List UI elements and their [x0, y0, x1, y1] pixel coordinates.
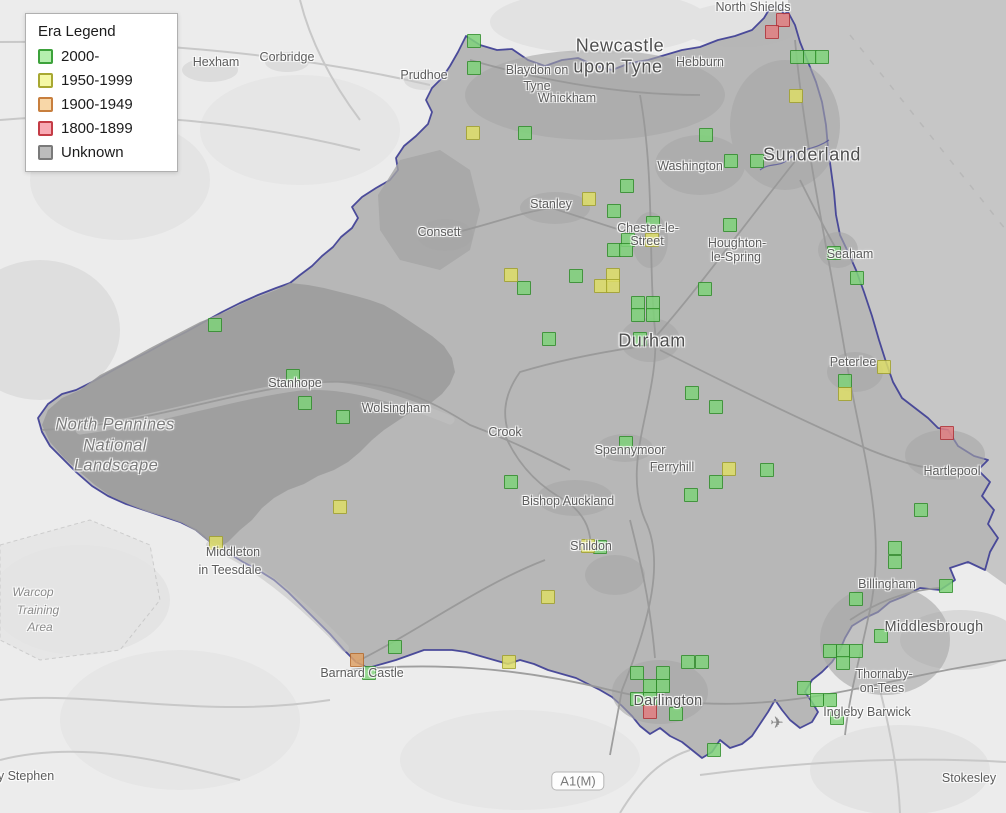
era-marker-2000[interactable]	[810, 693, 824, 707]
era-marker-2000[interactable]	[707, 743, 721, 757]
era-marker-1950[interactable]	[789, 89, 803, 103]
era-marker-2000[interactable]	[681, 655, 695, 669]
era-marker-1950[interactable]	[645, 233, 659, 247]
era-marker-2000[interactable]	[723, 218, 737, 232]
era-marker-2000[interactable]	[517, 281, 531, 295]
era-marker-2000[interactable]	[684, 488, 698, 502]
era-marker-2000[interactable]	[630, 666, 644, 680]
era-marker-2000[interactable]	[939, 579, 953, 593]
legend-swatch-unknown-icon	[38, 145, 53, 160]
era-marker-2000[interactable]	[646, 308, 660, 322]
era-marker-2000[interactable]	[362, 666, 376, 680]
era-marker-2000[interactable]	[874, 629, 888, 643]
legend-item-label: 1950-1999	[61, 72, 133, 89]
legend-item-label: 2000-	[61, 48, 100, 65]
map-app: Hexham Corbridge Prudhoe Blaydon on Tyne Newc…	[0, 0, 1006, 813]
era-marker-2000[interactable]	[709, 400, 723, 414]
legend-item-2000: 2000-	[38, 48, 165, 65]
era-marker-1950[interactable]	[838, 387, 852, 401]
era-marker-2000[interactable]	[646, 216, 660, 230]
era-marker-2000[interactable]	[709, 475, 723, 489]
era-marker-1950[interactable]	[209, 536, 223, 550]
era-marker-2000[interactable]	[695, 655, 709, 669]
era-marker-2000[interactable]	[467, 61, 481, 75]
legend-item-1900: 1900-1949	[38, 96, 165, 113]
era-marker-2000[interactable]	[388, 640, 402, 654]
era-marker-2000[interactable]	[838, 374, 852, 388]
era-legend: Era Legend 2000- 1950-1999 1900-1949 180…	[25, 13, 178, 172]
era-marker-2000[interactable]	[467, 34, 481, 48]
era-marker-2000[interactable]	[286, 369, 300, 383]
era-marker-2000[interactable]	[815, 50, 829, 64]
era-marker-1950[interactable]	[502, 655, 516, 669]
era-marker-1950[interactable]	[504, 268, 518, 282]
era-marker-2000[interactable]	[823, 644, 837, 658]
era-marker-2000[interactable]	[619, 243, 633, 257]
era-marker-2000[interactable]	[685, 386, 699, 400]
era-marker-2000[interactable]	[724, 154, 738, 168]
era-marker-2000[interactable]	[518, 126, 532, 140]
legend-swatch-2000-icon	[38, 49, 53, 64]
era-marker-2000[interactable]	[836, 656, 850, 670]
era-marker-2000[interactable]	[888, 541, 902, 555]
legend-swatch-1950-icon	[38, 73, 53, 88]
era-marker-2000[interactable]	[698, 282, 712, 296]
era-marker-2000[interactable]	[760, 463, 774, 477]
era-marker-2000[interactable]	[619, 436, 633, 450]
era-marker-2000[interactable]	[643, 692, 657, 706]
legend-title: Era Legend	[38, 23, 116, 40]
era-marker-2000[interactable]	[827, 246, 841, 260]
legend-swatch-1900-icon	[38, 97, 53, 112]
era-marker-1950[interactable]	[877, 360, 891, 374]
era-marker-2000[interactable]	[208, 318, 222, 332]
legend-item-1800: 1800-1899	[38, 120, 165, 137]
era-marker-2000[interactable]	[669, 707, 683, 721]
era-marker-2000[interactable]	[797, 681, 811, 695]
legend-item-label: 1800-1899	[61, 120, 133, 137]
era-marker-1950[interactable]	[333, 500, 347, 514]
era-marker-2000[interactable]	[656, 679, 670, 693]
era-marker-1950[interactable]	[541, 590, 555, 604]
era-marker-1950[interactable]	[466, 126, 480, 140]
era-marker-2000[interactable]	[631, 308, 645, 322]
era-marker-1800[interactable]	[643, 705, 657, 719]
era-marker-2000[interactable]	[336, 410, 350, 424]
era-marker-2000[interactable]	[643, 679, 657, 693]
airport-icon: ✈	[770, 715, 784, 732]
era-marker-2000[interactable]	[823, 693, 837, 707]
era-marker-2000[interactable]	[504, 475, 518, 489]
legend-swatch-1800-icon	[38, 121, 53, 136]
era-marker-2000[interactable]	[849, 592, 863, 606]
era-marker-2000[interactable]	[630, 692, 644, 706]
era-marker-2000[interactable]	[750, 154, 764, 168]
era-marker-2000[interactable]	[607, 204, 621, 218]
era-marker-1800[interactable]	[940, 426, 954, 440]
legend-item-label: Unknown	[61, 144, 124, 161]
legend-item-label: 1900-1949	[61, 96, 133, 113]
era-marker-2000[interactable]	[914, 503, 928, 517]
era-marker-1950[interactable]	[581, 539, 595, 553]
era-marker-2000[interactable]	[790, 50, 804, 64]
era-marker-2000[interactable]	[830, 711, 844, 725]
era-marker-1950[interactable]	[722, 462, 736, 476]
era-marker-1950[interactable]	[606, 279, 620, 293]
era-marker-2000[interactable]	[542, 332, 556, 346]
era-marker-2000[interactable]	[569, 269, 583, 283]
era-marker-2000[interactable]	[656, 666, 670, 680]
legend-item-unknown: Unknown	[38, 144, 165, 161]
era-marker-1900[interactable]	[350, 653, 364, 667]
era-marker-2000[interactable]	[593, 540, 607, 554]
era-marker-2000[interactable]	[888, 555, 902, 569]
era-marker-2000[interactable]	[849, 644, 863, 658]
era-marker-1800[interactable]	[765, 25, 779, 39]
era-marker-2000[interactable]	[633, 332, 647, 346]
era-marker-2000[interactable]	[850, 271, 864, 285]
legend-item-1950: 1950-1999	[38, 72, 165, 89]
era-marker-1950[interactable]	[582, 192, 596, 206]
era-marker-2000[interactable]	[298, 396, 312, 410]
era-marker-2000[interactable]	[620, 179, 634, 193]
era-marker-2000[interactable]	[699, 128, 713, 142]
road-badge-a1m: A1(M)	[551, 771, 605, 791]
